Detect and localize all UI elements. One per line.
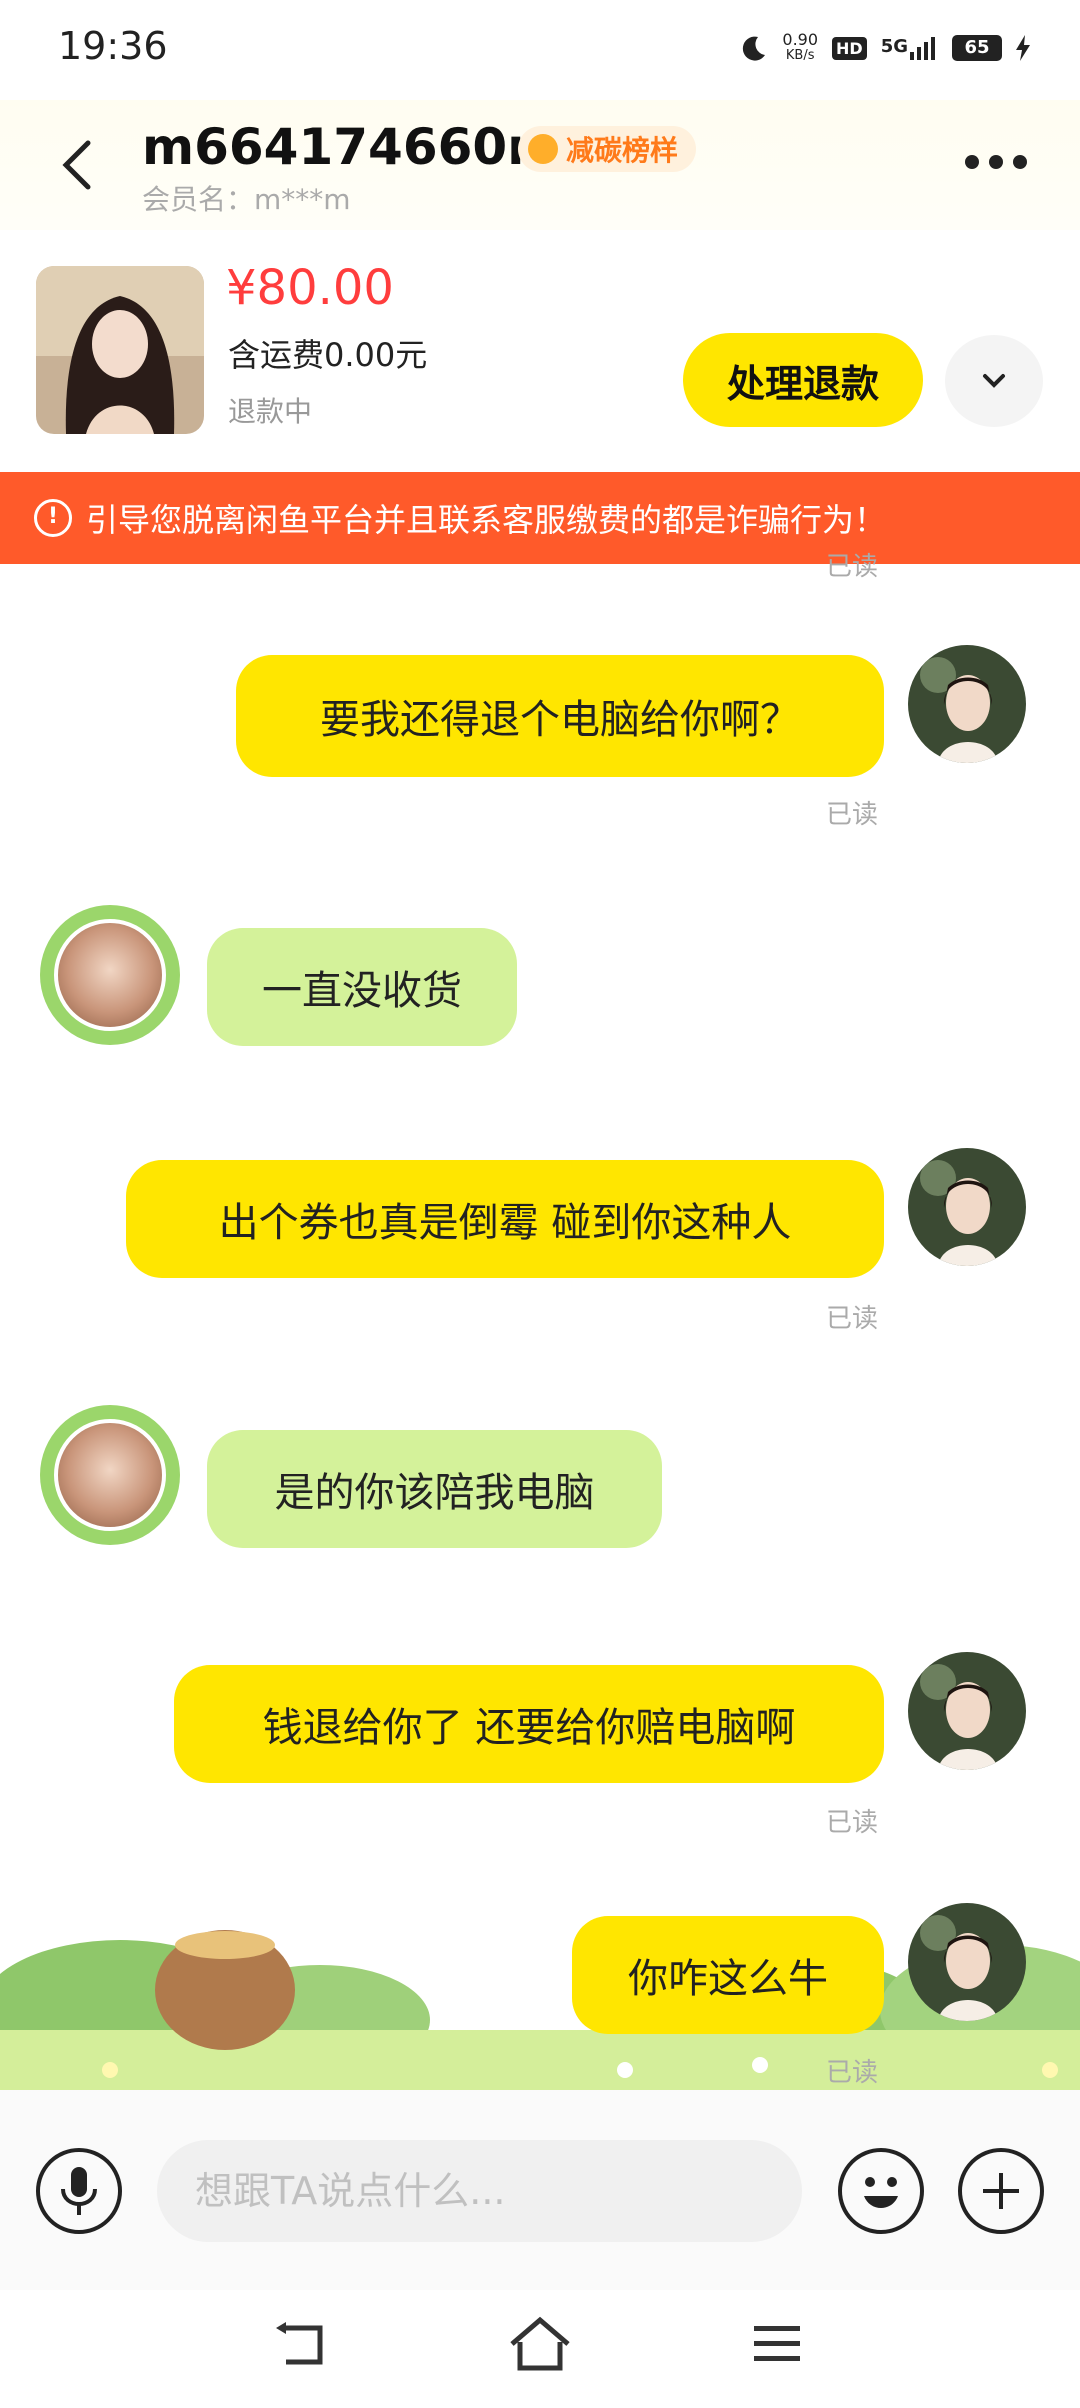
- chevron-down-icon: [983, 374, 1005, 388]
- message-bubble-sent[interactable]: 你咋这么牛: [572, 1916, 884, 2034]
- self-avatar[interactable]: [908, 1148, 1026, 1266]
- fraud-warning-banner: ! 引导您脱离闲鱼平台并且联系客服缴费的都是诈骗行为！: [0, 472, 1080, 564]
- net-speed: 0.90 KB/s: [782, 32, 818, 64]
- warning-text: 引导您脱离闲鱼平台并且联系客服缴费的都是诈骗行为！: [86, 501, 887, 539]
- avatar-image: [908, 1148, 1026, 1266]
- message-bubble-received[interactable]: 一直没收货: [207, 928, 517, 1046]
- refund-status: 退款中: [228, 395, 313, 428]
- message-bubble-received[interactable]: 是的你该陪我电脑: [207, 1430, 662, 1548]
- other-avatar[interactable]: [40, 905, 180, 1045]
- battery-icon: 65: [952, 35, 1002, 61]
- smile-icon: [864, 2177, 898, 2208]
- more-dot: [989, 155, 1003, 169]
- net-speed-unit: KB/s: [785, 48, 815, 63]
- back-nav-icon[interactable]: [272, 2320, 326, 2368]
- message-input[interactable]: [157, 2140, 802, 2242]
- system-nav-bar: [0, 2290, 1080, 2408]
- message-bubble-sent[interactable]: 出个券也真是倒霉 碰到你这种人: [126, 1160, 884, 1278]
- message-bubble-sent[interactable]: 要我还得退个电脑给你啊？: [236, 655, 884, 777]
- read-receipt: 已读: [826, 552, 879, 582]
- more-dot: [965, 155, 979, 169]
- avatar-image: [908, 1652, 1026, 1770]
- moon-icon: [743, 36, 766, 61]
- avatar-image: [54, 1419, 166, 1531]
- member-name: 会员名：m***m: [142, 183, 351, 216]
- net-speed-value: 0.90: [782, 30, 819, 49]
- eco-badge[interactable]: 减碳榜样: [518, 126, 697, 172]
- read-receipt: 已读: [826, 1808, 879, 1838]
- signal-icon: [910, 37, 935, 60]
- network-label: 5G: [880, 36, 908, 57]
- status-bar: 19:36 0.90 KB/s HD 5G 65: [0, 0, 1080, 100]
- add-button[interactable]: [958, 2148, 1044, 2234]
- home-nav-icon[interactable]: [508, 2316, 572, 2372]
- chat-title: m664174660m: [142, 118, 560, 176]
- other-avatar[interactable]: [40, 1405, 180, 1545]
- leaf-icon: [528, 134, 558, 164]
- status-time: 19:36: [58, 24, 168, 68]
- product-price: ¥80.00: [226, 260, 394, 316]
- back-button[interactable]: [50, 135, 110, 195]
- microphone-icon: [61, 2167, 97, 2215]
- voice-button[interactable]: [36, 2148, 122, 2234]
- avatar-image: [908, 645, 1026, 763]
- emoji-button[interactable]: [838, 2148, 924, 2234]
- read-receipt: 已读: [826, 800, 879, 830]
- self-avatar[interactable]: [908, 645, 1026, 763]
- self-avatar[interactable]: [908, 1903, 1026, 2021]
- product-thumbnail[interactable]: [36, 266, 204, 434]
- avatar-image: [54, 919, 166, 1031]
- more-dot: [1013, 155, 1027, 169]
- read-receipt: 已读: [826, 2058, 879, 2088]
- avatar-image: [908, 1903, 1026, 2021]
- eco-badge-label: 减碳榜样: [566, 134, 679, 167]
- status-icons: 0.90 KB/s HD 5G 65: [738, 28, 1030, 68]
- menu-nav-icon[interactable]: [752, 2322, 802, 2366]
- hd-badge: HD: [832, 36, 867, 60]
- read-receipt: 已读: [826, 1304, 879, 1334]
- plus-icon: [983, 2173, 1019, 2209]
- more-button[interactable]: [965, 142, 1035, 182]
- network-type: 5G: [881, 36, 938, 60]
- charging-icon: [1016, 35, 1030, 61]
- process-refund-button[interactable]: 处理退款: [683, 333, 923, 427]
- warning-icon: !: [34, 499, 72, 537]
- message-bubble-sent[interactable]: 钱退给你了 还要给你赔电脑啊: [174, 1665, 884, 1783]
- expand-button[interactable]: [945, 335, 1043, 427]
- chevron-left-icon: [62, 140, 91, 190]
- shipping-fee: 含运费0.00元: [228, 336, 428, 374]
- self-avatar[interactable]: [908, 1652, 1026, 1770]
- product-image: [36, 266, 204, 434]
